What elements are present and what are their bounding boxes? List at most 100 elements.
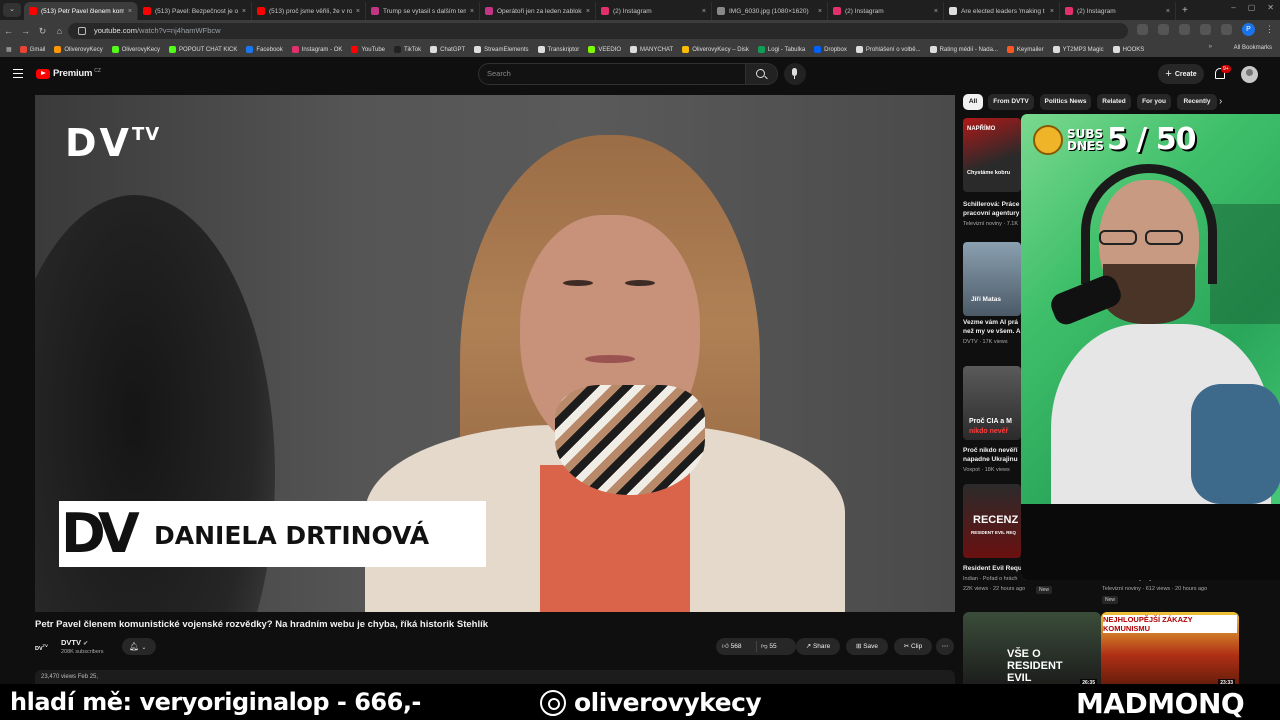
- extension-icon[interactable]: [1158, 24, 1169, 35]
- back-icon[interactable]: ←: [0, 26, 17, 36]
- rec-title[interactable]: než my ve všem. A: [963, 327, 1023, 336]
- apps-icon[interactable]: ▦: [6, 46, 12, 53]
- dislike-button[interactable]: 👎︎ 55: [761, 638, 777, 655]
- more-bookmarks-icon[interactable]: »: [1209, 44, 1212, 50]
- create-button[interactable]: + Create: [1158, 64, 1204, 84]
- extension-icon[interactable]: [1179, 24, 1190, 35]
- menu-icon[interactable]: [13, 69, 23, 78]
- puzzle-icon[interactable]: [1200, 24, 1211, 35]
- save-button[interactable]: ⊞ Save: [846, 638, 888, 655]
- tab-close-icon[interactable]: ×: [470, 8, 474, 15]
- bookmark-item[interactable]: Gmail: [19, 46, 45, 53]
- rec-thumbnail[interactable]: RECENZ RESIDENT EVIL REQ: [963, 484, 1021, 558]
- tab-search-button[interactable]: ⌄: [3, 3, 21, 17]
- bookmark-item[interactable]: HOOKS: [1112, 46, 1144, 53]
- rec-thumbnail[interactable]: NAPŘÍMO Chystáme kobru: [963, 118, 1021, 192]
- new-tab-button[interactable]: +: [1176, 5, 1194, 16]
- rec-title[interactable]: napadne Ukrajinu: [963, 455, 1023, 464]
- bookmark-item[interactable]: YT2MP3 Magic: [1052, 46, 1104, 53]
- tab-close-icon[interactable]: ×: [818, 8, 822, 15]
- rec-thumbnail[interactable]: Proč CIA a M nikdo nevěř: [963, 366, 1021, 440]
- kebab-menu-icon[interactable]: ⋮: [1265, 24, 1274, 36]
- tab-close-icon[interactable]: ×: [356, 8, 360, 15]
- bookmark-item[interactable]: POPOUT CHAT KICK: [169, 46, 237, 53]
- bookmark-item[interactable]: VEEDIO: [588, 46, 621, 53]
- chevron-right-icon[interactable]: ›: [1219, 96, 1222, 107]
- url-field[interactable]: youtube.com/watch?v=nj4hamWFbcw: [68, 23, 1128, 39]
- bookmark-item[interactable]: Instagram - OK: [291, 46, 342, 53]
- tab-close-icon[interactable]: ×: [128, 8, 132, 15]
- close-window-icon[interactable]: ✕: [1267, 3, 1274, 12]
- profile-avatar[interactable]: P: [1242, 23, 1255, 36]
- browser-tab[interactable]: Are elected leaders 'making t ×: [944, 2, 1060, 20]
- home-icon[interactable]: ⌂: [51, 26, 68, 36]
- bookmark-item[interactable]: StreamElements: [474, 46, 529, 53]
- video-player[interactable]: DVTV DV DANIELA DRTINOVÁ: [35, 95, 955, 612]
- more-actions-button[interactable]: ⋯: [936, 638, 954, 655]
- search-button[interactable]: [746, 63, 778, 85]
- bookmark-item[interactable]: Transkriptor: [537, 46, 579, 53]
- browser-tab[interactable]: (2) Instagram ×: [828, 2, 944, 20]
- bookmark-item[interactable]: Dropbox: [814, 46, 847, 53]
- translate-icon[interactable]: [1137, 24, 1148, 35]
- bookmark-item[interactable]: MANYCHAT: [630, 46, 673, 53]
- rec-thumbnail-large[interactable]: VŠE O RESIDENT EVIL 26:35: [963, 612, 1101, 690]
- reload-icon[interactable]: ↻: [34, 26, 51, 37]
- rec-title[interactable]: Resident Evil Requ: [963, 564, 1023, 573]
- filter-chip[interactable]: Politics News: [1040, 94, 1091, 110]
- site-info-icon[interactable]: [78, 27, 86, 35]
- browser-tab[interactable]: (513) proč jsme věřili, že v ro ×: [252, 2, 366, 20]
- browser-tab[interactable]: Operátoři jen za leden zabloki ×: [480, 2, 596, 20]
- browser-tab[interactable]: (513) Petr Pavel členem komu ×: [24, 2, 138, 20]
- browser-tab[interactable]: (513) Pavel: Bezpečnost je od ×: [138, 2, 252, 20]
- all-bookmarks-link[interactable]: All Bookmarks: [1234, 45, 1272, 51]
- maximize-icon[interactable]: ▢: [1248, 3, 1256, 12]
- rec-title[interactable]: Schillerová: Práce: [963, 200, 1023, 209]
- search-input[interactable]: Search: [478, 63, 746, 85]
- clip-button[interactable]: ✂ Clip: [894, 638, 932, 655]
- tab-close-icon[interactable]: ×: [1050, 8, 1054, 15]
- rec-title[interactable]: pracovní agentury: [963, 209, 1023, 218]
- bookmark-item[interactable]: Prohlášení o volbě...: [855, 46, 921, 53]
- tab-close-icon[interactable]: ×: [1166, 8, 1170, 15]
- voice-search-icon[interactable]: [784, 63, 806, 85]
- filter-chip[interactable]: Related: [1097, 94, 1131, 110]
- browser-tab[interactable]: Trump se vytasil s dalším tem ×: [366, 2, 480, 20]
- bookmark-item[interactable]: OliverovyKecy: [111, 46, 160, 53]
- youtube-logo[interactable]: Premium CZ: [36, 68, 101, 79]
- rec-thumbnail[interactable]: Jiří Matas: [963, 242, 1021, 316]
- forward-icon[interactable]: →: [17, 26, 34, 36]
- filter-chip[interactable]: Recently: [1177, 94, 1217, 110]
- subscribed-bell-button[interactable]: 🔔︎ ⌄: [122, 638, 156, 655]
- like-button[interactable]: 👍︎ 568: [722, 638, 741, 655]
- bookmark-item[interactable]: TikTok: [394, 46, 421, 53]
- share-button[interactable]: ↗ Share: [796, 638, 840, 655]
- filter-chip[interactable]: All: [963, 94, 983, 110]
- channel-name[interactable]: DVTV ✔: [61, 638, 88, 647]
- bookmark-item[interactable]: Facebook: [246, 46, 283, 53]
- minimize-icon[interactable]: –: [1231, 3, 1235, 12]
- rec-thumbnail-large[interactable]: NEJHLOUPĚJŠÍ ZÁKAZY KOMUNISMU 23:33: [1101, 612, 1239, 690]
- tab-close-icon[interactable]: ×: [702, 8, 706, 15]
- rec-title[interactable]: Vezme vám AI prá: [963, 318, 1023, 327]
- bookmark-item[interactable]: OliverovyKecy – Disk: [682, 46, 749, 53]
- bookmark-item[interactable]: Keymailer: [1006, 46, 1044, 53]
- tab-close-icon[interactable]: ×: [586, 8, 590, 15]
- account-avatar[interactable]: [1241, 66, 1258, 83]
- filter-chip[interactable]: For you: [1137, 94, 1171, 110]
- bookmark-item[interactable]: Rating médií - Nada...: [929, 46, 998, 53]
- sidepanel-icon[interactable]: [1221, 24, 1232, 35]
- rec-title[interactable]: Proč nikdo nevěří: [963, 446, 1023, 455]
- bookmark-item[interactable]: Logi - Tabulka: [757, 46, 805, 53]
- channel-avatar[interactable]: DVTV: [35, 640, 53, 652]
- bookmark-item[interactable]: YouTube: [351, 46, 385, 53]
- tab-close-icon[interactable]: ×: [242, 8, 246, 15]
- browser-tab[interactable]: (2) Instagram ×: [1060, 2, 1176, 20]
- browser-tab[interactable]: (2) Instagram ×: [596, 2, 712, 20]
- browser-tab[interactable]: IMG_6030.jpg (1080×1620) ×: [712, 2, 828, 20]
- bookmark-item[interactable]: ChatGPT: [430, 46, 465, 53]
- save-icon: ⊞: [855, 643, 862, 650]
- bookmark-item[interactable]: OliverovyKecy: [54, 46, 103, 53]
- filter-chip[interactable]: From DVTV: [988, 94, 1034, 110]
- tab-close-icon[interactable]: ×: [934, 8, 938, 15]
